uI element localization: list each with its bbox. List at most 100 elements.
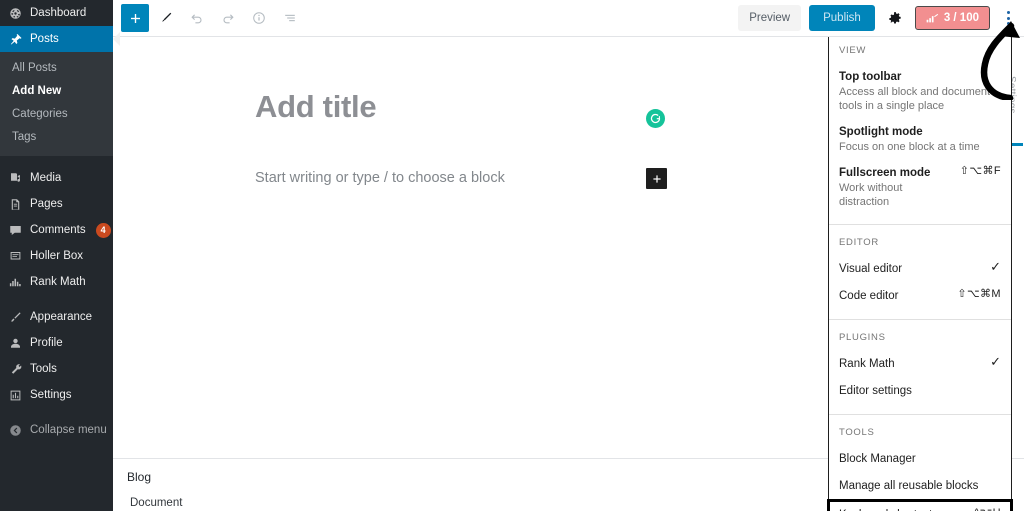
- menu-item-title: Rank Math: [839, 358, 895, 370]
- menu-group-label: Tools: [839, 427, 875, 438]
- menu-item-code-editor[interactable]: Code editor ⇧⌥⌘M: [829, 282, 1011, 309]
- submenu-item-add-new[interactable]: Add New: [0, 80, 113, 103]
- menu-item-text: Top toolbar Access all block and documen…: [839, 67, 1001, 113]
- pencil-icon[interactable]: [152, 4, 180, 32]
- menu-item-title: Block Manager: [839, 453, 916, 465]
- rankmath-icon: [8, 275, 23, 290]
- wp-admin-sidebar: Dashboard Posts All Posts Add New Catego…: [0, 0, 120, 511]
- submenu-item-categories[interactable]: Categories: [0, 103, 113, 126]
- list-view-icon[interactable]: [276, 4, 304, 32]
- menu-item-spotlight-mode[interactable]: Spotlight mode Focus on one block at a t…: [829, 118, 1011, 159]
- menu-item-visual-editor[interactable]: Visual editor ✓: [829, 255, 1011, 282]
- menu-item-text: Spotlight mode Focus on one block at a t…: [839, 122, 1001, 154]
- sidebar-item-posts[interactable]: Posts: [0, 26, 120, 52]
- sidebar-label: Dashboard: [30, 7, 87, 19]
- menu-item-keyboard-shortcuts[interactable]: Keyboard shortcuts ^⌥H: [827, 499, 1013, 511]
- sidebar-label: Collapse menu: [30, 424, 107, 436]
- submenu-item-tags[interactable]: Tags: [0, 126, 113, 149]
- media-icon: [8, 171, 23, 186]
- menu-group-label: View: [839, 45, 867, 56]
- menu-item-description: Focus on one block at a time: [839, 141, 980, 153]
- grammarly-icon[interactable]: [646, 109, 665, 128]
- sidebar-item-rank-math[interactable]: Rank Math: [0, 269, 113, 295]
- menu-item-text: Manage all reusable blocks: [839, 476, 1001, 494]
- menu-item-title: Spotlight mode: [839, 126, 923, 138]
- rank-math-seo-score-badge[interactable]: 3 / 100: [914, 6, 990, 30]
- menu-item-rank-math[interactable]: Rank Math ✓: [829, 350, 1011, 377]
- menu-item-description: Work without distraction: [839, 182, 903, 208]
- preview-button[interactable]: Preview: [738, 5, 802, 31]
- check-icon: ✓: [990, 259, 1001, 274]
- sidebar-label: Settings: [30, 389, 72, 401]
- editor-toolbar-right: Preview Publish 3 / 100: [738, 4, 1024, 32]
- redo-icon[interactable]: [214, 4, 242, 32]
- sidebar-item-media[interactable]: Media: [0, 165, 113, 191]
- wordpress-block-editor-screen: Dashboard Posts All Posts Add New Catego…: [0, 0, 1024, 511]
- sidebar-label: Holler Box: [30, 250, 84, 262]
- sidebar-item-appearance[interactable]: Appearance: [0, 304, 113, 330]
- sidebar-item-dashboard[interactable]: Dashboard: [0, 0, 113, 26]
- sidebar-separator-2: [0, 295, 113, 304]
- sidebar-item-pages[interactable]: Pages: [0, 191, 113, 217]
- publish-button[interactable]: Publish: [809, 5, 875, 31]
- posts-submenu: All Posts Add New Categories Tags: [0, 52, 113, 156]
- menu-item-text: Fullscreen mode Work without distraction: [839, 163, 954, 209]
- dashboard-icon: [8, 6, 23, 21]
- comments-count-badge: 4: [95, 222, 111, 238]
- menu-item-block-manager[interactable]: Block Manager: [829, 445, 1011, 472]
- brush-icon: [8, 310, 23, 325]
- comment-icon: [8, 223, 23, 238]
- sidebar-label: Comments: [30, 224, 86, 236]
- sidebar-item-collapse-menu[interactable]: Collapse menu: [0, 417, 113, 443]
- sidebar-label: Media: [30, 172, 62, 184]
- undo-icon[interactable]: [183, 4, 211, 32]
- menu-item-text: Code editor: [839, 286, 951, 304]
- menu-item-title: Fullscreen mode: [839, 167, 931, 179]
- add-block-button[interactable]: [121, 4, 149, 32]
- sliders-icon: [8, 388, 23, 403]
- menu-group-view: View Top toolbar Access all block and do…: [829, 37, 1011, 225]
- submenu-item-all-posts[interactable]: All Posts: [0, 57, 113, 80]
- menu-item-top-toolbar[interactable]: Top toolbar Access all block and documen…: [829, 63, 1011, 118]
- user-icon: [8, 336, 23, 351]
- sidebar-label: Appearance: [30, 311, 93, 323]
- menu-item-text: Block Manager: [839, 449, 1001, 467]
- post-title-placeholder[interactable]: Add title: [255, 89, 377, 125]
- menu-item-text: Visual editor: [839, 259, 984, 277]
- wrench-icon: [8, 362, 23, 377]
- editor-toolbar-left: [113, 4, 304, 32]
- inline-add-block-button[interactable]: [646, 168, 667, 189]
- more-options-button[interactable]: [998, 4, 1018, 32]
- seo-score-value: 3 / 100: [943, 12, 979, 24]
- check-icon: ✓: [990, 354, 1001, 369]
- menu-item-editor-settings[interactable]: Editor settings: [829, 377, 1011, 404]
- menu-item-title: Code editor: [839, 290, 899, 302]
- more-options-dropdown: View Top toolbar Access all block and do…: [827, 37, 1013, 511]
- menu-item-manage-reusable-blocks[interactable]: Manage all reusable blocks: [829, 472, 1011, 499]
- gear-icon[interactable]: [883, 5, 907, 31]
- menu-item-description: Access all block and document tools in a…: [839, 86, 991, 112]
- paragraph-placeholder[interactable]: Start writing or type / to choose a bloc…: [255, 170, 505, 186]
- sidebar-separator-3: [0, 408, 113, 417]
- sidebar-item-profile[interactable]: Profile: [0, 330, 113, 356]
- sidebar-item-comments[interactable]: Comments 4: [0, 217, 113, 243]
- menu-item-text: Rank Math: [839, 354, 984, 372]
- menu-item-text: Keyboard shortcuts: [839, 505, 968, 511]
- three-dots-vertical-icon: [1006, 10, 1010, 27]
- menu-item-title: Editor settings: [839, 385, 912, 397]
- menu-group-editor: Editor Visual editor ✓ Code editor ⇧⌥⌘M: [829, 225, 1011, 320]
- menu-group-plugins: Plugins Rank Math ✓ Editor settings: [829, 320, 1011, 415]
- sidebar-item-settings[interactable]: Settings: [0, 382, 113, 408]
- menu-item-title: Visual editor: [839, 263, 903, 275]
- info-icon[interactable]: [245, 4, 273, 32]
- hollerbox-icon: [8, 249, 23, 264]
- document-tab-label: Document: [130, 497, 183, 509]
- sidebar-item-holler-box[interactable]: Holler Box: [0, 243, 113, 269]
- collapse-icon: [8, 423, 23, 438]
- sidebar-label: Profile: [30, 337, 63, 349]
- sidebar-separator: [0, 156, 113, 165]
- sidebar-item-tools[interactable]: Tools: [0, 356, 113, 382]
- sidebar-label: Posts: [30, 33, 59, 45]
- menu-group-label: Plugins: [839, 332, 886, 343]
- menu-item-fullscreen-mode[interactable]: Fullscreen mode Work without distraction…: [829, 159, 1011, 214]
